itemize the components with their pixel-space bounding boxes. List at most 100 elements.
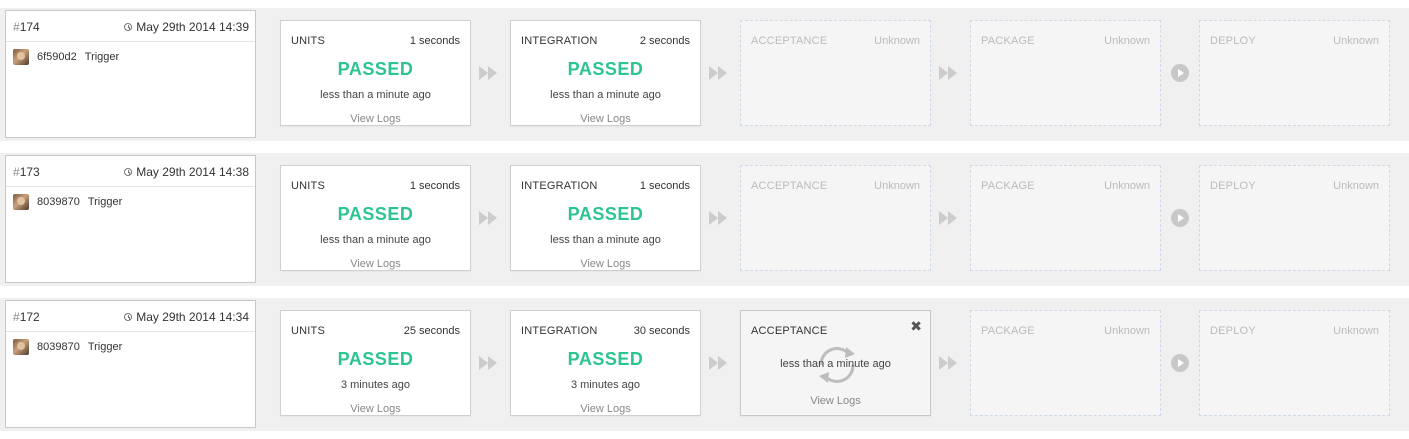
stage-time: 3 minutes ago	[570, 379, 641, 391]
play-icon	[1171, 209, 1189, 227]
stage-name: INTEGRATION	[521, 325, 598, 337]
stage-status: PASSED	[337, 349, 414, 369]
avatar	[13, 194, 29, 210]
stage-duration: Unknown	[1104, 180, 1150, 192]
trigger-label: Trigger	[87, 196, 123, 208]
stage-duration: Unknown	[1104, 35, 1150, 47]
build-commit: 6f590d2 Trigger	[13, 49, 119, 65]
build-timestamp: May 29th 2014 14:34	[124, 310, 249, 324]
commit-hash[interactable]: 8039870	[37, 341, 80, 353]
build-date: May 29th 2014 14:39	[136, 20, 249, 34]
pipeline-list: #174 May 29th 2014 14:39 6f590d2 Trigger…	[0, 0, 1409, 439]
stage-name: INTEGRATION	[521, 180, 598, 192]
pipeline-row: #174 May 29th 2014 14:39 6f590d2 Trigger…	[0, 8, 1409, 141]
fast-forward-icon	[709, 63, 729, 83]
pipeline-row: #173 May 29th 2014 14:38 8039870 Trigger…	[0, 153, 1409, 286]
stage-status: PASSED	[337, 204, 414, 224]
avatar	[13, 339, 29, 355]
stage-name: UNITS	[291, 180, 325, 192]
stage-acceptance: ACCEPTANCE Unknown	[740, 165, 931, 271]
fast-forward-icon	[479, 353, 499, 373]
stage-duration: Unknown	[874, 35, 920, 47]
stage-duration: Unknown	[1104, 325, 1150, 337]
commit-hash[interactable]: 8039870	[37, 196, 80, 208]
view-logs-link[interactable]: View Logs	[511, 113, 700, 125]
stage-units[interactable]: UNITS 1 seconds PASSED less than a minut…	[280, 20, 471, 126]
build-header: #173 May 29th 2014 14:38	[6, 156, 255, 187]
clock-icon	[124, 23, 133, 31]
fast-forward-icon	[709, 208, 729, 228]
stage-duration: Unknown	[1333, 180, 1379, 192]
build-card[interactable]: #172 May 29th 2014 14:34 8039870 Trigger	[5, 300, 256, 428]
build-number-value: 174	[19, 20, 40, 34]
stage-integration[interactable]: INTEGRATION 1 seconds PASSED less than a…	[510, 165, 701, 271]
play-button[interactable]	[1170, 353, 1190, 373]
build-date: May 29th 2014 14:38	[136, 165, 249, 179]
stage-status: PASSED	[567, 204, 644, 224]
build-number-value: 172	[19, 310, 40, 324]
build-card[interactable]: #173 May 29th 2014 14:38 8039870 Trigger	[5, 155, 256, 283]
stage-package: PACKAGE Unknown	[970, 165, 1161, 271]
build-number-hash: #	[13, 165, 20, 179]
build-number: #173	[13, 165, 40, 179]
play-icon	[1171, 354, 1189, 372]
stage-status: PASSED	[567, 349, 644, 369]
stage-time: less than a minute ago	[320, 234, 431, 246]
view-logs-link[interactable]: View Logs	[511, 403, 700, 415]
fast-forward-icon	[939, 63, 959, 83]
play-button[interactable]	[1170, 63, 1190, 83]
pipeline-row: #172 May 29th 2014 14:34 8039870 Trigger…	[0, 298, 1409, 431]
build-number: #174	[13, 20, 40, 34]
view-logs-link[interactable]: View Logs	[281, 113, 470, 125]
stage-duration: 1 seconds	[639, 180, 690, 192]
play-button[interactable]	[1170, 208, 1190, 228]
build-timestamp: May 29th 2014 14:38	[124, 165, 249, 179]
stage-integration[interactable]: INTEGRATION 30 seconds PASSED 3 minutes …	[510, 310, 701, 416]
stage-name: ACCEPTANCE	[751, 325, 828, 337]
stage-name: ACCEPTANCE	[751, 35, 828, 47]
clock-icon	[124, 313, 133, 321]
close-icon[interactable]: ✖	[910, 319, 922, 333]
stage-name: DEPLOY	[1210, 35, 1256, 47]
fast-forward-icon	[479, 63, 499, 83]
stage-name: DEPLOY	[1210, 325, 1256, 337]
play-icon	[1171, 64, 1189, 82]
stage-units[interactable]: UNITS 25 seconds PASSED 3 minutes ago Vi…	[280, 310, 471, 416]
view-logs-link[interactable]: View Logs	[281, 403, 470, 415]
stage-duration: Unknown	[874, 180, 920, 192]
stage-duration: 1 seconds	[409, 180, 460, 192]
stage-deploy: DEPLOY Unknown	[1199, 310, 1390, 416]
fast-forward-icon	[709, 353, 729, 373]
trigger-label: Trigger	[84, 51, 120, 63]
fast-forward-icon	[939, 208, 959, 228]
stage-deploy: DEPLOY Unknown	[1199, 20, 1390, 126]
build-commit: 8039870 Trigger	[13, 339, 122, 355]
stage-acceptance[interactable]: ACCEPTANCE ✖ less than a minute ago View…	[740, 310, 931, 416]
stage-name: PACKAGE	[981, 180, 1035, 192]
stage-time: less than a minute ago	[780, 358, 891, 370]
stage-name: PACKAGE	[981, 35, 1035, 47]
stage-time: less than a minute ago	[320, 89, 431, 101]
stage-duration: 2 seconds	[639, 35, 690, 47]
trigger-label: Trigger	[87, 341, 123, 353]
fast-forward-icon	[939, 353, 959, 373]
view-logs-link[interactable]: View Logs	[281, 258, 470, 270]
view-logs-link[interactable]: View Logs	[511, 258, 700, 270]
stage-package: PACKAGE Unknown	[970, 310, 1161, 416]
stage-name: INTEGRATION	[521, 35, 598, 47]
view-logs-link[interactable]: View Logs	[741, 395, 930, 407]
stage-integration[interactable]: INTEGRATION 2 seconds PASSED less than a…	[510, 20, 701, 126]
stage-units[interactable]: UNITS 1 seconds PASSED less than a minut…	[280, 165, 471, 271]
build-number-hash: #	[13, 20, 20, 34]
stage-duration: Unknown	[1333, 325, 1379, 337]
build-number-value: 173	[19, 165, 40, 179]
commit-hash[interactable]: 6f590d2	[37, 51, 77, 63]
build-card[interactable]: #174 May 29th 2014 14:39 6f590d2 Trigger	[5, 10, 256, 138]
stage-time: less than a minute ago	[550, 89, 661, 101]
stage-name: UNITS	[291, 325, 325, 337]
stage-name: DEPLOY	[1210, 180, 1256, 192]
stage-package: PACKAGE Unknown	[970, 20, 1161, 126]
stage-status: PASSED	[337, 59, 414, 79]
stage-name: UNITS	[291, 35, 325, 47]
avatar	[13, 49, 29, 65]
